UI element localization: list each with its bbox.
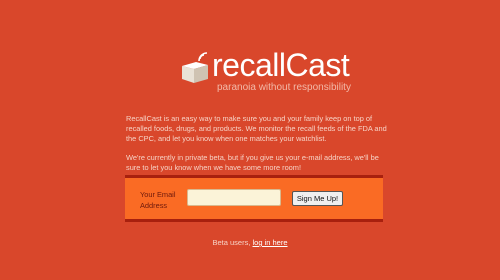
beta-paragraph: We're currently in private beta, but if …: [126, 153, 379, 172]
login-link[interactable]: log in here: [253, 238, 288, 247]
email-field[interactable]: [187, 189, 281, 206]
brand-title: recallCast: [212, 47, 350, 83]
intro-paragraph: RecallCast is an easy way to make sure y…: [126, 114, 387, 143]
intro-text: RecallCast is an easy way to make sure y…: [126, 114, 388, 182]
signup-panel: Your Email Address Sign Me Up!: [125, 175, 383, 222]
brand-logo: recallCast paranoia without responsibili…: [180, 44, 351, 94]
email-label: Your Email Address: [140, 190, 176, 210]
brand-tagline: paranoia without responsibility: [217, 82, 351, 93]
broadcasting-box-icon: [182, 52, 208, 83]
beta-login-line: Beta users, log in here: [0, 238, 500, 247]
sign-up-button[interactable]: Sign Me Up!: [292, 191, 343, 206]
beta-users-text: Beta users,: [212, 238, 251, 247]
